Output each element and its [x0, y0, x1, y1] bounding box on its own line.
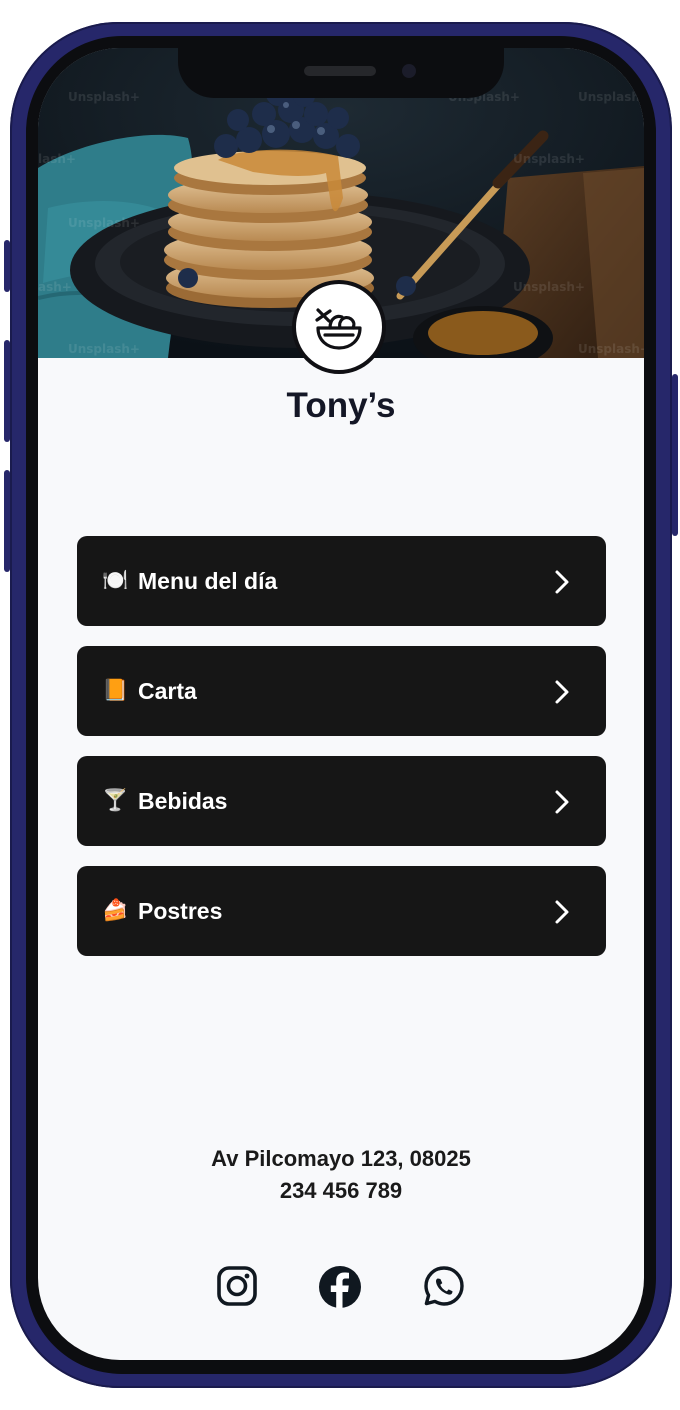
menu-button-label: Carta [138, 678, 197, 704]
watermark: lash+ [38, 152, 76, 166]
watermark: Unsplash+ [68, 216, 140, 230]
watermark: Unsplash [578, 90, 640, 104]
cocktail-icon: 🍸 [102, 789, 129, 812]
volume-up-button [4, 240, 10, 292]
watermark: Unsplash+ [513, 152, 585, 166]
watermark: Unsplash+ [513, 280, 585, 294]
front-camera [402, 64, 416, 78]
bebidas-button[interactable]: 🍸 Bebidas [77, 756, 606, 846]
chevron-right-icon [555, 570, 569, 594]
instagram-link[interactable] [216, 1265, 258, 1312]
menu-button-label: Postres [138, 898, 223, 924]
chevron-right-icon [555, 900, 569, 924]
address-text: Av Pilcomayo 123, 08025 [211, 1146, 471, 1171]
instagram-icon [217, 1266, 257, 1306]
menu-button-label: Bebidas [138, 788, 228, 814]
screen: Unsplash+ Unsplash+ Unsplash lash+ Unspl… [38, 48, 644, 1360]
watermark: Unsplash+ [578, 342, 644, 356]
phone-number[interactable]: 234 456 789 [38, 1178, 644, 1204]
whatsapp-link[interactable] [423, 1265, 465, 1312]
restaurant-logo [292, 280, 386, 374]
watermark: Unsplash+ [68, 342, 140, 356]
plate-cutlery-icon: 🍽️ [102, 569, 129, 592]
chevron-right-icon [555, 680, 569, 704]
watermark: ash+ [38, 280, 72, 294]
cake-icon: 🍰 [102, 899, 129, 922]
volume-down-button [4, 340, 10, 442]
whatsapp-icon [424, 1266, 464, 1306]
postres-button[interactable]: 🍰 Postres [77, 866, 606, 956]
menu-button-label: Menu del día [138, 568, 278, 594]
mute-button [4, 470, 10, 572]
carta-button[interactable]: 📙 Carta [77, 646, 606, 736]
bowl-icon [315, 308, 362, 350]
page-title: Tony’s [286, 386, 396, 425]
book-icon: 📙 [102, 679, 129, 702]
watermark: Unsplash+ [68, 90, 140, 104]
facebook-link[interactable] [318, 1265, 362, 1314]
power-button [672, 374, 678, 536]
speaker [304, 66, 376, 76]
chevron-right-icon [555, 790, 569, 814]
menu-del-dia-button[interactable]: 🍽️ Menu del día [77, 536, 606, 626]
facebook-icon [319, 1266, 361, 1308]
notch [178, 48, 504, 98]
